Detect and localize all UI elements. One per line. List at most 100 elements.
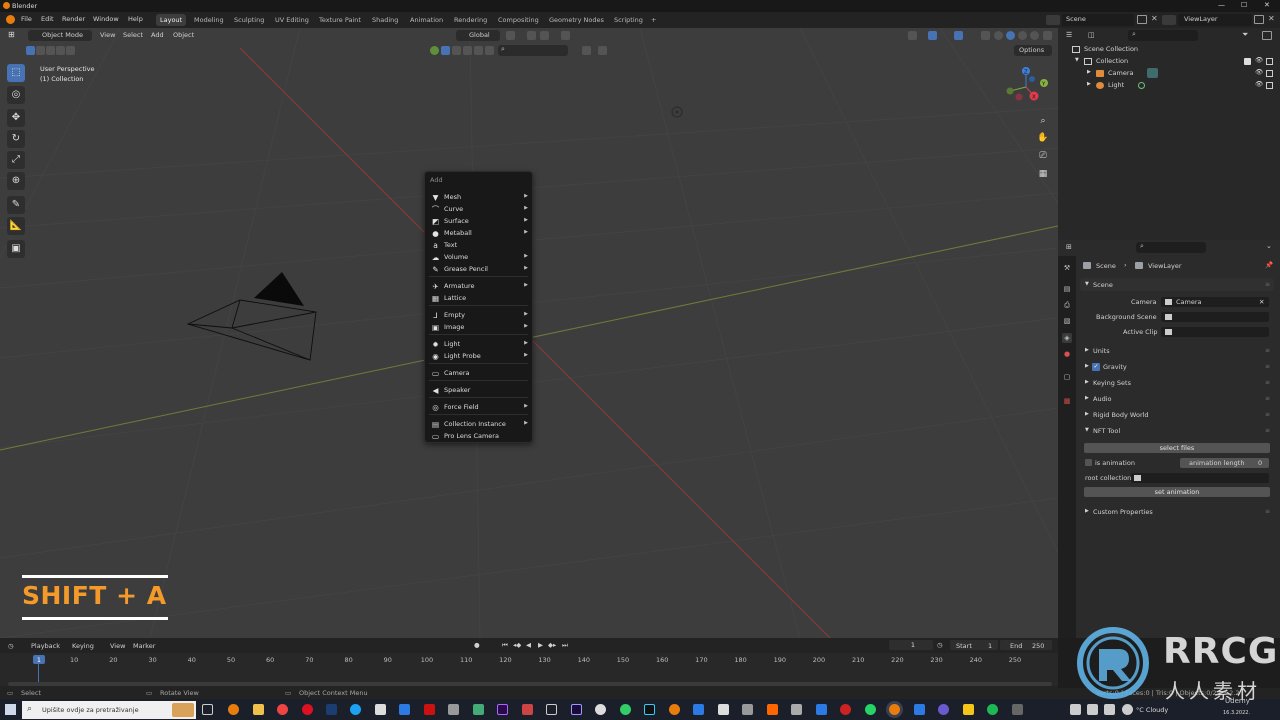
filter-icon[interactable]: ⏷ (1242, 30, 1248, 40)
add-menu-item-grease-pencil[interactable]: ✎ Grease Pencil ▶ (425, 264, 532, 275)
app-icon[interactable] (791, 704, 802, 715)
root-collection-field[interactable] (1131, 473, 1269, 483)
tab-rendering[interactable]: Rendering (450, 14, 491, 26)
jump-end-icon[interactable]: ⏭ (562, 641, 568, 650)
new-scene-icon[interactable] (1137, 15, 1147, 24)
editor-type-icon[interactable]: ⊞ (8, 30, 22, 40)
camera-view-icon[interactable]: ⎚ (1036, 149, 1050, 163)
app-icon[interactable] (473, 704, 484, 715)
add-menu-item-light-probe[interactable]: ◉ Light Probe ▶ (425, 351, 532, 362)
blender-taskbar-icon[interactable] (889, 704, 900, 715)
select-files-button[interactable]: select files (1084, 443, 1270, 453)
camera-restrict-icon[interactable] (1266, 70, 1273, 77)
camera-restrict-icon[interactable] (1266, 58, 1273, 65)
close-button[interactable]: ✕ (1264, 1, 1270, 9)
collapse-icon[interactable]: ▼ (1075, 57, 1079, 63)
delete-view-layer-icon[interactable]: ✕ (1268, 14, 1275, 23)
select-lasso-icon[interactable] (452, 46, 461, 55)
menu-select[interactable]: Select (123, 31, 143, 39)
menu-object[interactable]: Object (173, 31, 194, 39)
tab-layout[interactable]: Layout (156, 14, 187, 26)
task-view-icon[interactable] (202, 704, 213, 715)
menu-playback[interactable]: Playback (31, 642, 60, 650)
overlay-toggle-icon[interactable] (954, 31, 963, 40)
snap-target-icon[interactable] (540, 31, 549, 40)
app-icon[interactable] (816, 704, 827, 715)
active-clip-field[interactable] (1161, 327, 1269, 337)
add-cube-tool-icon[interactable]: ▣ (7, 240, 25, 258)
app-icon[interactable] (693, 704, 704, 715)
menu-file[interactable]: File (21, 15, 32, 23)
menu-marker[interactable]: Marker (133, 642, 155, 650)
shading-options-icon[interactable] (1043, 31, 1052, 40)
audio-panel[interactable]: Audio (1093, 395, 1111, 403)
premiere-icon[interactable] (497, 704, 508, 715)
properties-editor-icon[interactable]: ⊞ (1066, 243, 1072, 251)
drag-handle-icon[interactable]: ≡ (1265, 411, 1270, 418)
add-menu-item-metaball[interactable]: ● Metaball ▶ (425, 228, 532, 239)
checkbox-icon[interactable] (1244, 58, 1251, 65)
menu-add[interactable]: Add (151, 31, 164, 39)
expand-icon[interactable]: ▶ (1085, 363, 1089, 369)
menu-help[interactable]: Help (128, 15, 143, 23)
keying-sets-panel[interactable]: Keying Sets (1093, 379, 1131, 387)
after-effects-icon[interactable] (571, 704, 582, 715)
tool-tab-icon[interactable]: ⚒ (1062, 263, 1072, 273)
filezilla-icon[interactable] (424, 704, 435, 715)
material-shading-icon[interactable] (1018, 31, 1027, 40)
expand-icon[interactable]: ▶ (1085, 379, 1089, 385)
tray-icon[interactable] (1104, 704, 1115, 715)
timeline-editor-icon[interactable]: ◷ (8, 642, 14, 650)
select-mode-new-icon[interactable] (26, 46, 35, 55)
output-tab-icon[interactable]: ⎙ (1062, 300, 1072, 310)
add-menu-item-collection-instance[interactable]: ▤ Collection Instance ▶ (425, 419, 532, 430)
measure-tool-icon[interactable]: 📐 (7, 217, 25, 235)
blender-taskbar-icon[interactable] (228, 704, 239, 715)
nft-tool-panel[interactable]: NFT Tool (1093, 427, 1120, 435)
camera-tray-icon[interactable] (1070, 704, 1081, 715)
current-frame-field[interactable]: 1 (889, 640, 933, 650)
menu-view[interactable]: View (100, 31, 115, 39)
xray-toggle-icon[interactable] (981, 31, 990, 40)
set-animation-button[interactable]: set animation (1084, 487, 1270, 497)
scene-selector-icon[interactable] (1046, 15, 1060, 25)
gizmo-toggle-icon[interactable] (928, 31, 937, 40)
menu-render[interactable]: Render (62, 15, 85, 23)
background-scene-field[interactable] (1161, 312, 1269, 322)
app-icon[interactable] (375, 704, 386, 715)
app-icon[interactable] (522, 704, 533, 715)
eye-icon[interactable]: 👁 (1255, 56, 1263, 64)
play-reverse-icon[interactable]: ◀ (526, 641, 531, 649)
display-mode-icon[interactable]: ◫ (1088, 31, 1100, 40)
file-explorer-icon[interactable] (253, 704, 264, 715)
expand-icon[interactable]: ▶ (1085, 508, 1089, 514)
drag-handle-icon[interactable]: ≡ (1265, 379, 1270, 386)
collection-tab-icon[interactable]: ▢ (1062, 372, 1072, 382)
outliner-search-field[interactable] (1128, 30, 1198, 41)
cursor-tool-icon[interactable]: ◎ (7, 86, 25, 104)
rigid-body-world-panel[interactable]: Rigid Body World (1093, 411, 1149, 419)
jump-keyframe-back-icon[interactable]: ◂◆ (513, 641, 521, 649)
is-animation-checkbox[interactable] (1085, 459, 1092, 466)
outliner-item-camera[interactable]: Camera (1108, 69, 1134, 77)
select-box-icon[interactable] (441, 46, 450, 55)
app-icon[interactable] (938, 704, 949, 715)
skype-icon[interactable] (350, 704, 361, 715)
select-mode-invert-icon[interactable] (56, 46, 65, 55)
gravity-checkbox[interactable]: ✓ (1092, 363, 1100, 371)
tab-modeling[interactable]: Modeling (190, 14, 228, 26)
add-menu-item-speaker[interactable]: ◀ Speaker (425, 385, 532, 396)
chevron-down-icon[interactable]: ⌄ (1266, 242, 1272, 250)
outliner-item-light[interactable]: Light (1108, 81, 1124, 89)
collapse-icon[interactable]: ▼ (1085, 427, 1089, 433)
scene-tab-icon[interactable]: ◈ (1062, 333, 1072, 343)
transform-tool-icon[interactable]: ⊕ (7, 172, 25, 190)
proportional-editing-icon[interactable] (561, 31, 570, 40)
monitor-icon[interactable] (546, 704, 557, 715)
app-icon[interactable] (718, 704, 729, 715)
outliner-editor-icon[interactable]: ☰ (1066, 31, 1078, 40)
add-menu-item-surface[interactable]: ◩ Surface ▶ (425, 216, 532, 227)
blender-taskbar-icon[interactable] (669, 704, 680, 715)
add-menu-item-camera[interactable]: ▭ Camera (425, 368, 532, 379)
add-menu-item-force-field[interactable]: ◎ Force Field ▶ (425, 402, 532, 413)
